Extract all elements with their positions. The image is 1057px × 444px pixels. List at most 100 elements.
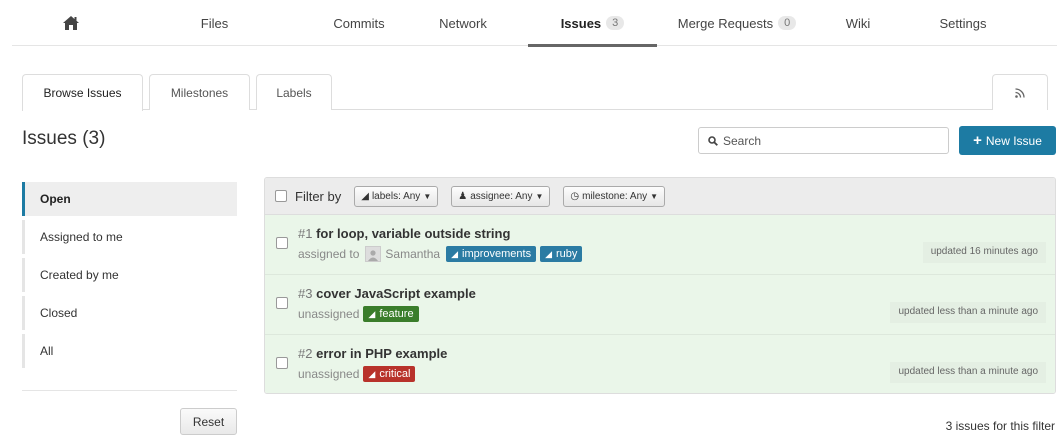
sidebar-item-all[interactable]: All [22,334,237,368]
home-icon [62,16,79,30]
assignee-filter-dropdown[interactable]: ♟ assignee: Any ▼ [451,185,551,207]
tab-labels[interactable]: Labels [256,74,332,110]
issue-row: #2 error in PHP example unassigned ◢ cri… [265,335,1055,393]
issue-label-text: ruby [556,248,578,260]
tag-icon: ◢ [368,308,376,319]
rss-button[interactable] [992,74,1048,110]
select-all-checkbox[interactable] [275,190,287,202]
nav-issues-label: Issues [560,15,602,31]
filter-bar: Filter by ◢ labels: Any ▼ ♟ assignee: An… [265,178,1055,215]
issue-title-link[interactable]: #3 cover JavaScript example [298,286,476,301]
unassigned-text: unassigned [298,307,360,321]
issue-title-link[interactable]: #2 error in PHP example [298,346,447,361]
issue-title-link[interactable]: #1 for loop, variable outside string [298,226,510,241]
nav-issues[interactable]: Issues 3 [528,0,657,47]
nav-home[interactable] [12,0,129,46]
page-title: Issues (3) [22,128,106,149]
sidebar-item-label: Created by me [40,268,119,282]
issues-count-footer: 3 issues for this filter [945,419,1055,433]
caret-down-icon: ▼ [423,191,432,201]
plus-icon: + [973,132,982,149]
issues-count-badge: 3 [606,16,625,30]
new-issue-button[interactable]: + New Issue [959,126,1056,155]
nav-merge-requests-label: Merge Requests [677,15,774,31]
nav-files-label: Files [200,15,229,31]
nav-network[interactable]: Network [418,0,508,46]
sidebar-item-label: All [40,344,54,358]
nav-files[interactable]: Files [129,0,300,46]
search-placeholder: Search [723,133,762,148]
issue-label[interactable]: ◢ improvements [446,246,537,262]
assigned-to-text: assigned to [298,247,360,261]
top-nav: Files Commits Network Issues 3 Merge Req… [12,0,1057,47]
issues-list: Filter by ◢ labels: Any ▼ ♟ assignee: An… [264,177,1056,394]
issue-meta: unassigned ◢ feature [298,306,419,322]
issue-label-text: improvements [462,248,532,260]
labels-filter-value: labels: Any [371,190,421,202]
issue-label[interactable]: ◢ ruby [540,246,583,262]
tab-browse-issues[interactable]: Browse Issues [22,74,143,111]
issue-checkbox[interactable] [276,237,288,249]
issue-tabs: Browse Issues Milestones Labels [22,74,1048,111]
issue-meta: unassigned ◢ critical [298,366,416,382]
nav-wiki[interactable]: Wiki [822,0,894,46]
tag-icon: ◢ [368,368,376,379]
tag-icon: ◢ [545,248,553,259]
search-input[interactable]: Search [698,127,949,154]
search-icon [708,135,718,146]
sidebar-item-open[interactable]: Open [22,182,237,216]
issue-title: error in PHP example [316,346,448,361]
issue-checkbox[interactable] [276,357,288,369]
sidebar-item-assigned-to-me[interactable]: Assigned to me [22,220,237,254]
issue-meta: assigned to Samantha ◢ improvements ◢ ru… [298,246,583,262]
nav-merge-requests[interactable]: Merge Requests 0 [657,0,817,46]
issue-updated-time: updated 16 minutes ago [922,242,1046,263]
sidebar-item-label: Assigned to me [40,230,123,244]
sidebar-divider [22,390,237,391]
issue-updated-time: updated less than a minute ago [890,302,1046,323]
milestone-filter-dropdown[interactable]: ◷ milestone: Any ▼ [563,185,666,207]
issue-label[interactable]: ◢ critical [363,366,416,382]
issue-updated-time: updated less than a minute ago [890,362,1046,383]
tag-icon: ◢ [451,248,459,259]
user-icon: ♟ [458,190,468,202]
reset-button[interactable]: Reset [180,408,237,435]
issue-number: #2 [298,346,313,361]
sidebar-item-closed[interactable]: Closed [22,296,237,330]
unassigned-text: unassigned [298,367,360,381]
filter-label: Filter by [295,188,342,204]
labels-filter-dropdown[interactable]: ◢ labels: Any ▼ [354,185,439,207]
issue-label[interactable]: ◢ feature [363,306,419,322]
new-issue-label: New Issue [985,133,1042,148]
tab-browse-issues-label: Browse Issues [43,86,122,100]
nav-settings[interactable]: Settings [898,0,1028,46]
tab-milestones[interactable]: Milestones [149,74,250,110]
nav-settings-label: Settings [939,15,987,31]
tab-labels-label: Labels [276,85,312,100]
tab-milestones-label: Milestones [170,85,229,100]
caret-down-icon: ▼ [535,191,544,201]
avatar [365,246,382,262]
issue-checkbox[interactable] [276,297,288,309]
nav-network-label: Network [439,15,487,31]
issue-title: cover JavaScript example [316,286,476,301]
sidebar-item-created-by-me[interactable]: Created by me [22,258,237,292]
merge-requests-count-badge: 0 [778,16,797,30]
nav-commits-label: Commits [333,15,385,31]
rss-icon [1015,87,1025,98]
issue-row: #3 cover JavaScript example unassigned ◢… [265,275,1055,335]
assignee-filter-value: assignee: Any [470,190,533,202]
nav-wiki-label: Wiki [845,15,871,31]
issue-row: #1 for loop, variable outside string ass… [265,215,1055,275]
tag-icon: ◢ [361,190,369,202]
issue-filter-sidebar: Open Assigned to me Created by me Closed… [22,182,237,372]
issue-title: for loop, variable outside string [316,226,511,241]
assignee-name[interactable]: Samantha [385,247,440,261]
caret-down-icon: ▼ [650,191,659,201]
sidebar-item-label: Closed [40,306,78,320]
issue-label-text: feature [379,308,414,320]
issue-label-text: critical [379,368,411,380]
issue-number: #3 [298,286,313,301]
milestone-filter-value: milestone: Any [582,190,648,202]
nav-commits[interactable]: Commits [300,0,418,46]
